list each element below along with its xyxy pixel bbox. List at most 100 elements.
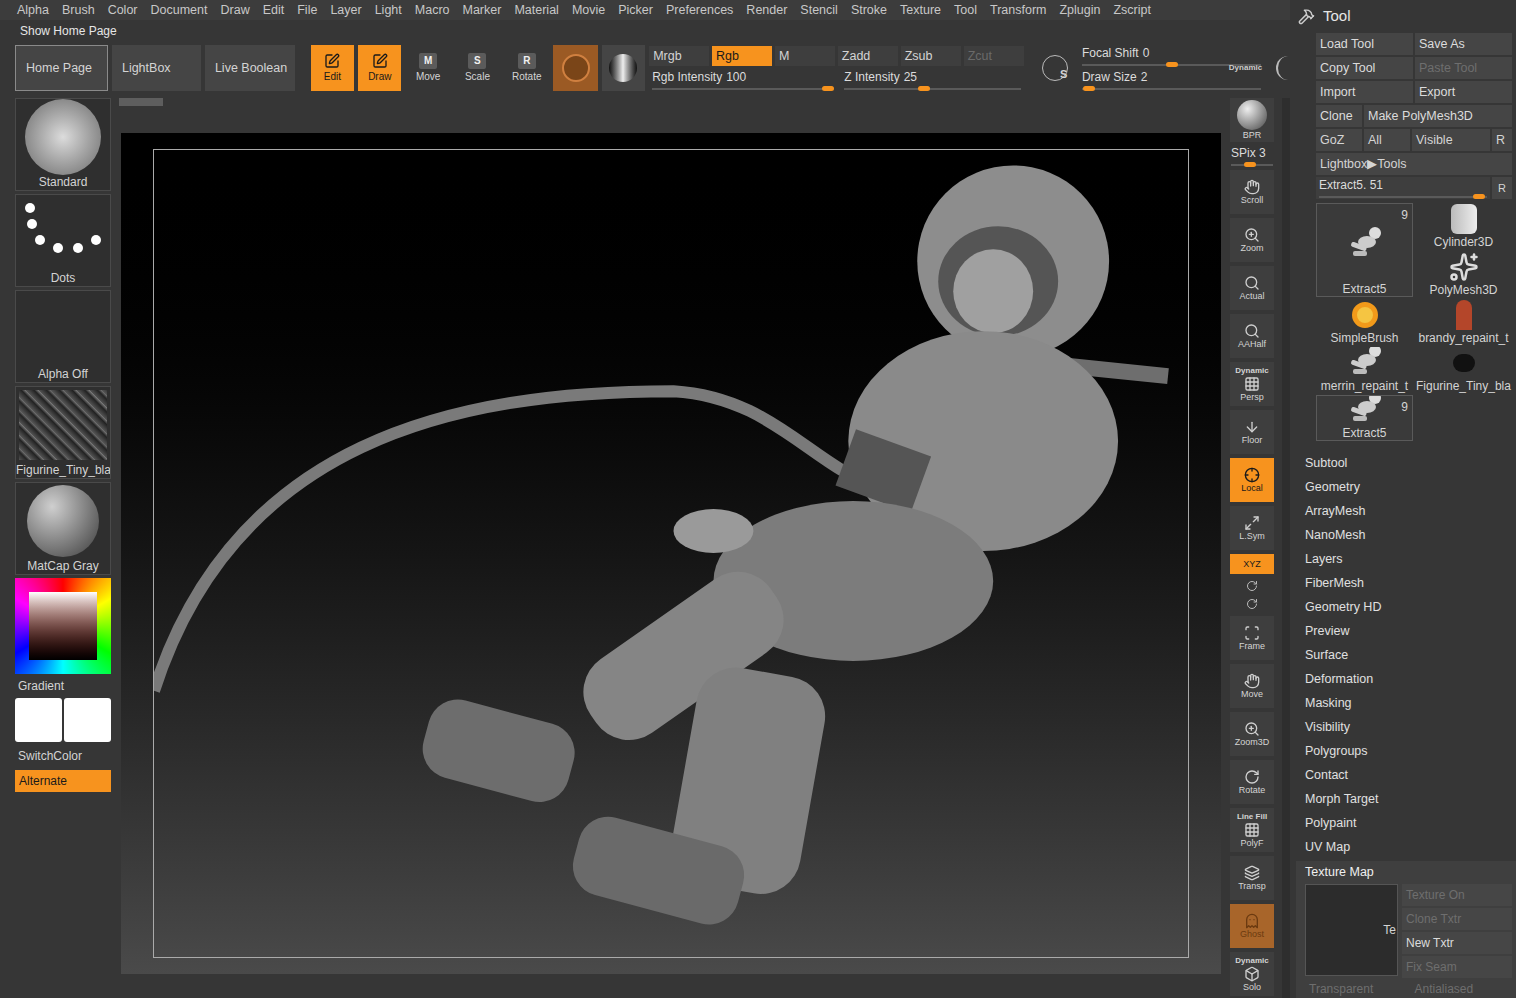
mode-toggle[interactable]: Zadd	[838, 46, 898, 66]
switch-color[interactable]: SwitchColor	[15, 745, 111, 767]
section-header[interactable]: Morph Target	[1305, 787, 1516, 811]
sphere-button[interactable]	[602, 45, 645, 91]
menu-item[interactable]: Layer	[330, 1, 361, 20]
circle-button[interactable]	[1276, 56, 1290, 80]
menu-item[interactable]: Picker	[618, 1, 653, 20]
rotate-y-icon[interactable]	[1246, 580, 1258, 592]
alternate-button[interactable]: Alternate	[15, 770, 111, 792]
menu-item[interactable]: Stencil	[800, 1, 838, 20]
document[interactable]	[121, 133, 1221, 974]
mode-button[interactable]: Draw	[358, 45, 401, 91]
canvas-scrollbar[interactable]	[119, 98, 163, 106]
view-button[interactable]: BPR	[1230, 98, 1274, 142]
shelf-item[interactable]: MatCap Gray	[15, 482, 111, 575]
texture-option[interactable]: Antialiased	[1411, 980, 1513, 998]
intensity-slider[interactable]: Rgb Intensity100	[649, 70, 831, 90]
menu-item[interactable]: Zplugin	[1059, 1, 1100, 20]
texture-option[interactable]: Transparent	[1305, 980, 1407, 998]
tool-button[interactable]: Clone	[1316, 105, 1362, 127]
transform-button[interactable]: SScale	[455, 45, 500, 91]
tool-thumbnail[interactable]: merrin_repaint_t	[1316, 347, 1413, 393]
menu-item[interactable]: Transform	[990, 1, 1047, 20]
view-button[interactable]: XYZ	[1230, 554, 1274, 574]
panel-divider[interactable]	[1282, 98, 1290, 998]
tool-button[interactable]: Load Tool	[1316, 33, 1413, 55]
slider-handle[interactable]	[918, 86, 930, 91]
menu-item[interactable]: Alpha	[17, 1, 49, 20]
material-swatch[interactable]	[553, 45, 597, 91]
slider-handle[interactable]	[1244, 162, 1256, 167]
menu-item[interactable]: Brush	[62, 1, 95, 20]
show-home-page[interactable]: Show Home Page	[20, 22, 117, 40]
tool-button[interactable]: Save As	[1415, 33, 1512, 55]
slider-handle[interactable]	[1083, 86, 1095, 91]
menu-item[interactable]: Preferences	[666, 1, 733, 20]
view-button[interactable]: Move	[1230, 664, 1274, 708]
view-button[interactable]: L.Sym	[1230, 506, 1274, 550]
slider-track[interactable]	[1319, 196, 1487, 198]
menu-item[interactable]: Stroke	[851, 1, 887, 20]
section-header[interactable]: Polypaint	[1305, 811, 1516, 835]
tool-thumbnail[interactable]: brandy_repaint_t	[1415, 299, 1512, 345]
menu-item[interactable]: Zscript	[1113, 1, 1151, 20]
section-header[interactable]: Polygroups	[1305, 739, 1516, 763]
menu-item[interactable]: Movie	[572, 1, 605, 20]
slider-track[interactable]	[652, 88, 828, 90]
section-header[interactable]: Geometry HD	[1305, 595, 1516, 619]
tool-thumbnail[interactable]: PolyMesh3D	[1415, 251, 1512, 297]
goz-button[interactable]: Visible	[1412, 129, 1490, 151]
mode-toggle[interactable]: Mrgb	[649, 46, 709, 66]
section-header[interactable]: Masking	[1305, 691, 1516, 715]
menu-item[interactable]: Tool	[954, 1, 977, 20]
view-button[interactable]: Local	[1230, 458, 1274, 502]
mode-button[interactable]: Edit	[311, 45, 354, 91]
slider-handle[interactable]	[1166, 62, 1178, 67]
section-header[interactable]: Layers	[1305, 547, 1516, 571]
mode-toggle[interactable]: M	[775, 46, 835, 66]
mode-toggle[interactable]: Zsub	[901, 46, 961, 66]
section-header[interactable]: Texture Map	[1305, 863, 1512, 882]
section-header[interactable]: FiberMesh	[1305, 571, 1516, 595]
astronaut-model[interactable]	[154, 150, 1188, 957]
view-button[interactable]: Rotate	[1230, 760, 1274, 804]
menu-item[interactable]: Document	[151, 1, 208, 20]
spix-slider[interactable]: SPix 3	[1229, 146, 1275, 166]
view-button[interactable]: Zoom3D	[1230, 712, 1274, 756]
goz-button[interactable]: GoZ	[1316, 129, 1362, 151]
view-button[interactable]: Line FillPolyF	[1230, 808, 1274, 852]
tool-thumbnail[interactable]: Cylinder3D	[1415, 203, 1512, 249]
section-header[interactable]: Preview	[1305, 619, 1516, 643]
gradient-label[interactable]: Gradient	[15, 677, 111, 695]
nav-button[interactable]: Live Boolean	[205, 45, 295, 91]
color-picker[interactable]	[15, 578, 111, 674]
main-color[interactable]	[15, 698, 62, 742]
view-button[interactable]: Floor	[1230, 410, 1274, 454]
view-button[interactable]: Ghost	[1230, 904, 1274, 948]
tool-thumbnail[interactable]: 9Extract5	[1316, 203, 1413, 297]
menu-item[interactable]: File	[297, 1, 317, 20]
menu-item[interactable]: Light	[375, 1, 402, 20]
slider-track[interactable]	[1231, 164, 1273, 166]
shelf-item[interactable]: Dots	[15, 194, 111, 287]
view-button[interactable]: Frame	[1230, 616, 1274, 660]
section-header[interactable]: Geometry	[1305, 475, 1516, 499]
view-button[interactable]: Zoom	[1230, 218, 1274, 262]
menu-item[interactable]: Render	[746, 1, 787, 20]
current-tool-slider[interactable]: Extract5. 51	[1316, 177, 1490, 199]
tool-button[interactable]: Paste Tool	[1415, 57, 1512, 79]
intensity-slider[interactable]: Z Intensity25	[841, 70, 1023, 90]
section-header[interactable]: ArrayMesh	[1305, 499, 1516, 523]
slider-handle[interactable]	[822, 86, 834, 91]
view-button[interactable]: Transp	[1230, 856, 1274, 900]
dynamic-label[interactable]: Dynamic	[1229, 62, 1262, 74]
section-header[interactable]: UV Map	[1305, 835, 1516, 859]
tool-thumbnail[interactable]: 9Extract5	[1316, 395, 1413, 441]
tool-button[interactable]: Copy Tool	[1316, 57, 1413, 79]
view-button[interactable]: AAHalf	[1230, 314, 1274, 358]
texture-thumbnail[interactable]: Te	[1305, 884, 1398, 976]
shelf-item[interactable]: Figurine_Tiny_bla	[15, 386, 111, 479]
mode-toggle[interactable]: Rgb	[712, 46, 772, 66]
section-header[interactable]: Surface	[1305, 643, 1516, 667]
secondary-color[interactable]	[64, 698, 111, 742]
menu-item[interactable]: Color	[108, 1, 138, 20]
